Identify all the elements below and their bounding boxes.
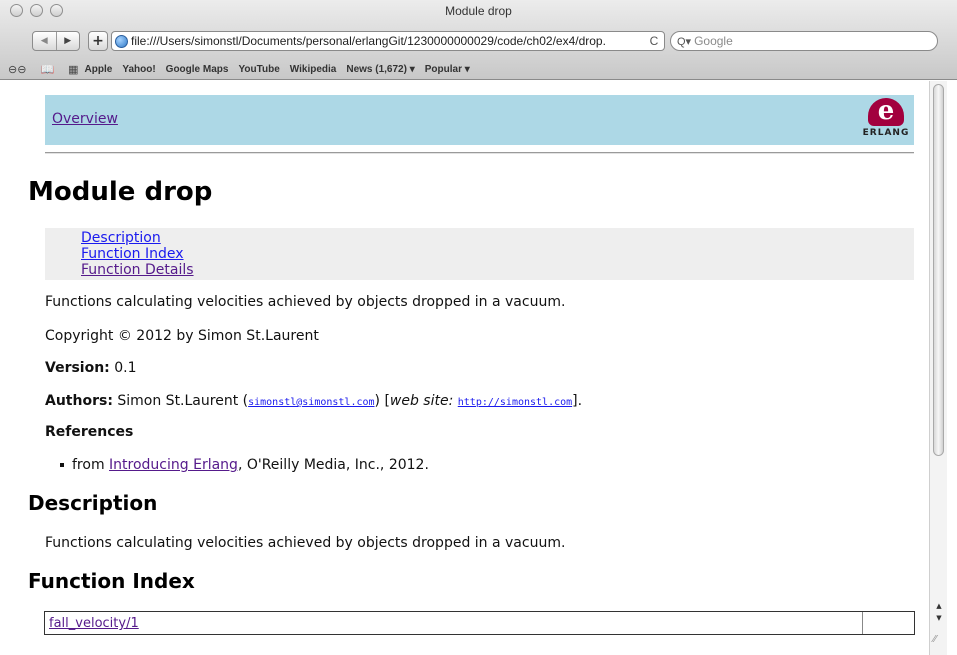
reference-link[interactable]: Introducing Erlang bbox=[109, 457, 238, 473]
reference-prefix: from bbox=[72, 457, 110, 473]
toc-link-description[interactable]: Description bbox=[81, 230, 161, 246]
function-index-heading: Function Index bbox=[28, 569, 195, 593]
forward-button[interactable]: ▶ bbox=[57, 32, 80, 50]
reference-suffix: , O'Reilly Media, Inc., 2012. bbox=[237, 457, 429, 473]
bookmarks-book-icon[interactable]: 📖 bbox=[40, 63, 54, 76]
author-email-link[interactable]: simonstl@simonstl.com bbox=[248, 397, 374, 408]
function-link-fall-velocity[interactable]: fall_velocity/1 bbox=[49, 616, 139, 631]
bookmark-google-maps[interactable]: Google Maps bbox=[166, 64, 229, 75]
search-icon[interactable]: Q▾ bbox=[677, 35, 691, 48]
url-text[interactable]: file:///Users/simonstl/Documents/persona… bbox=[131, 34, 644, 48]
copyright-text: Copyright © 2012 by Simon St.Laurent bbox=[45, 328, 319, 344]
page-viewport: Overview e ERLANG Module drop Descriptio… bbox=[0, 81, 929, 655]
horizontal-rule bbox=[45, 152, 914, 154]
resize-grip-icon[interactable]: ⁄⁄ bbox=[933, 634, 936, 645]
website-label: web site: bbox=[389, 393, 454, 409]
reload-icon[interactable]: C bbox=[644, 34, 664, 48]
back-button[interactable]: ◀ bbox=[33, 32, 57, 50]
erlang-logo-text: ERLANG bbox=[862, 128, 910, 138]
bookmark-youtube[interactable]: YouTube bbox=[238, 64, 279, 75]
toc-link-function-details[interactable]: Function Details bbox=[81, 262, 194, 278]
bookmark-apple[interactable]: Apple bbox=[85, 64, 113, 75]
module-summary: Functions calculating velocities achieve… bbox=[45, 294, 566, 310]
authors-line: Authors: Simon St.Laurent (simonstl@simo… bbox=[45, 393, 582, 409]
authors-label: Authors: bbox=[45, 393, 113, 409]
toc-item: Description bbox=[81, 230, 194, 246]
title-bar: Module drop bbox=[0, 0, 957, 21]
browser-chrome: Module drop ◀ ▶ + file:///Users/simonstl… bbox=[0, 0, 957, 80]
scroll-up-icon[interactable]: ▲ bbox=[930, 600, 948, 612]
window-title: Module drop bbox=[445, 4, 512, 18]
version-value: 0.1 bbox=[114, 360, 137, 376]
top-sites-grid-icon[interactable]: ▦ bbox=[68, 63, 78, 76]
authors-separator: ) [ bbox=[374, 393, 390, 409]
version-label: Version: bbox=[45, 360, 110, 376]
website-link[interactable]: http://simonstl.com bbox=[458, 397, 572, 408]
table-cell bbox=[863, 612, 914, 634]
search-field[interactable]: Q▾ Google bbox=[670, 31, 938, 51]
history-buttons: ◀ ▶ bbox=[32, 31, 80, 51]
reader-icon[interactable]: ⊖⊖ bbox=[8, 63, 26, 76]
overview-link[interactable]: Overview bbox=[52, 111, 118, 127]
description-text: Functions calculating velocities achieve… bbox=[45, 535, 566, 551]
function-index-table: fall_velocity/1 bbox=[44, 611, 915, 635]
bookmark-yahoo[interactable]: Yahoo! bbox=[122, 64, 155, 75]
author-name: Simon St.Laurent ( bbox=[117, 393, 249, 409]
authors-end: ]. bbox=[572, 393, 583, 409]
back-arrow-icon: ◀ bbox=[40, 36, 48, 46]
scroll-down-icon[interactable]: ▼ bbox=[930, 612, 948, 624]
search-placeholder: Google bbox=[694, 34, 733, 48]
description-heading: Description bbox=[28, 491, 158, 515]
navigation-bar: Overview e ERLANG bbox=[45, 95, 914, 145]
vertical-scrollbar[interactable]: ▲ ▼ ⁄⁄ bbox=[929, 81, 947, 655]
references-heading-text: References bbox=[45, 424, 134, 440]
bookmarks-bar: ⊖⊖ 📖 ▦ Apple Yahoo! Google Maps YouTube … bbox=[0, 59, 957, 79]
table-cell: fall_velocity/1 bbox=[45, 612, 863, 634]
bookmark-wikipedia[interactable]: Wikipedia bbox=[290, 64, 337, 75]
toc-link-function-index[interactable]: Function Index bbox=[81, 246, 184, 262]
toc-item: Function Details bbox=[81, 262, 194, 278]
toolbar: ◀ ▶ + file:///Users/simonstl/Documents/p… bbox=[0, 24, 957, 58]
erlang-logo-icon: e bbox=[868, 98, 904, 126]
add-bookmark-button[interactable]: + bbox=[88, 31, 108, 51]
bookmark-popular[interactable]: Popular ▾ bbox=[425, 64, 470, 75]
version-line: Version: 0.1 bbox=[45, 360, 137, 376]
forward-arrow-icon: ▶ bbox=[64, 36, 72, 46]
table-of-contents: Description Function Index Function Deta… bbox=[45, 228, 914, 280]
bookmark-news[interactable]: News (1,672) ▾ bbox=[346, 64, 414, 75]
page-title: Module drop bbox=[28, 177, 213, 207]
references-heading: References bbox=[45, 424, 133, 440]
scrollbar-thumb[interactable] bbox=[933, 84, 944, 456]
address-bar[interactable]: file:///Users/simonstl/Documents/persona… bbox=[111, 31, 665, 51]
globe-icon bbox=[115, 34, 128, 48]
reference-item: from Introducing Erlang, O'Reilly Media,… bbox=[60, 457, 429, 473]
bullet-icon bbox=[60, 463, 64, 467]
plus-icon: + bbox=[92, 33, 104, 49]
toc-item: Function Index bbox=[81, 246, 194, 262]
erlang-logo: e ERLANG bbox=[862, 98, 910, 142]
